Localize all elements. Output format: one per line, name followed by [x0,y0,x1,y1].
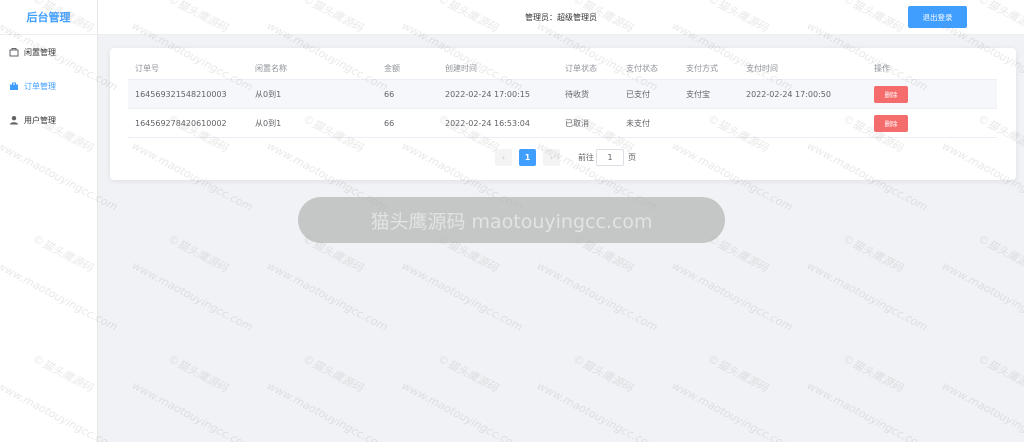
item-name: 从0到1 [255,118,282,128]
sidebar-item-orders[interactable]: 订单管理 [0,69,97,103]
table-header-row: 订单号 闲置名称 金额 创建时间 订单状态 支付状态 支付方式 支付时间 操作 [128,58,997,80]
table-row[interactable]: 164569321548210003 从0到1 66 2022-02-24 17… [128,80,997,109]
sidebar: 后台管理 闲置管理 订单管理 用户管理 [0,0,98,442]
chevron-left-icon: ‹ [501,153,506,162]
delete-button[interactable]: 删除 [874,85,908,103]
page-number-current[interactable]: 1 [519,149,536,166]
order-status: 待收货 [565,89,589,99]
next-page-button[interactable]: › [543,149,560,166]
column-header: 订单号 [135,64,159,73]
app-title: 后台管理 [0,0,97,35]
paid-time: 2022-02-24 17:00:50 [746,89,831,99]
watermark-text: ©猫头鹰源码 [165,232,230,275]
pay-status: 已支付 [626,89,650,99]
watermark-text: www.maotouyingcc.com [534,259,660,334]
table-row[interactable]: 164569278420610002 从0到1 66 2022-02-24 16… [128,109,997,138]
watermark-text: ©猫头鹰源码 [840,232,905,275]
orders-card: 订单号 闲置名称 金额 创建时间 订单状态 支付状态 支付方式 支付时间 操作 … [110,48,1016,180]
created-time: 2022-02-24 16:53:04 [445,118,530,128]
column-header: 支付时间 [746,64,778,73]
delete-button[interactable]: 删除 [874,114,908,132]
pagination: ‹ 1 › 前往 页 [110,149,1016,167]
prev-page-button[interactable]: ‹ [495,149,512,166]
watermark-text: www.maotouyingcc.com [264,379,390,442]
goto-label: 前往 [578,153,594,162]
watermark-text: ©猫头鹰源码 [300,352,365,395]
logout-button[interactable]: 退出登录 [908,6,967,28]
watermark-text: www.maotouyingcc.com [129,379,255,442]
column-header: 金额 [384,64,400,73]
briefcase-icon [9,81,19,91]
watermark-text: ©猫头鹰源码 [570,352,635,395]
watermark-text: www.maotouyingcc.com [399,259,525,334]
column-header: 支付状态 [626,64,658,73]
chevron-right-icon: › [549,153,554,162]
watermark-text: ©猫头鹰源码 [165,352,230,395]
sidebar-item-label: 闲置管理 [24,47,56,57]
item-name: 从0到1 [255,89,282,99]
watermark-banner: 猫头鹰源码 maotouyingcc.com [298,197,725,243]
user-icon [9,115,19,125]
watermark-text: www.maotouyingcc.com [534,379,660,442]
watermark-text: www.maotouyingcc.com [129,259,255,334]
admin-label: 管理员：超级管理员 [525,13,597,22]
sidebar-item-label: 用户管理 [24,115,56,125]
order-number: 164569321548210003 [135,89,227,99]
watermark-text: www.maotouyingcc.com [399,379,525,442]
watermark-text: www.maotouyingcc.com [939,259,1024,334]
action-cell: 删除 [874,109,908,137]
watermark-text: ©猫头鹰源码 [840,352,905,395]
column-header: 创建时间 [445,64,477,73]
column-header: 订单状态 [565,64,597,73]
sidebar-item-idle[interactable]: 闲置管理 [0,35,97,69]
watermark-text: ©猫头鹰源码 [975,352,1024,395]
orders-table: 订单号 闲置名称 金额 创建时间 订单状态 支付状态 支付方式 支付时间 操作 … [128,58,997,138]
created-time: 2022-02-24 17:00:15 [445,89,530,99]
watermark-text: www.maotouyingcc.com [264,259,390,334]
watermark-text: ©猫头鹰源码 [705,352,770,395]
sidebar-item-label: 订单管理 [24,81,56,91]
watermark-text: www.maotouyingcc.com [669,259,795,334]
column-header: 闲置名称 [255,64,287,73]
watermark-text: ©猫头鹰源码 [975,232,1024,275]
amount: 66 [384,118,395,128]
box-icon [9,47,19,57]
sidebar-item-users[interactable]: 用户管理 [0,103,97,137]
goto-page-input[interactable] [596,149,624,166]
order-status: 已取消 [565,118,589,128]
amount: 66 [384,89,395,99]
order-number: 164569278420610002 [135,118,227,128]
action-cell: 删除 [874,80,908,108]
column-header: 操作 [874,64,890,73]
watermark-text: www.maotouyingcc.com [939,379,1024,442]
column-header: 支付方式 [686,64,718,73]
watermark-text: ©猫头鹰源码 [435,352,500,395]
watermark-text: www.maotouyingcc.com [669,379,795,442]
pay-status: 未支付 [626,118,650,128]
watermark-text: www.maotouyingcc.com [804,259,930,334]
pay-method: 支付宝 [686,89,710,99]
page-suffix: 页 [628,153,636,162]
top-header: 管理员：超级管理员 退出登录 [98,0,1024,35]
watermark-text: www.maotouyingcc.com [804,379,930,442]
